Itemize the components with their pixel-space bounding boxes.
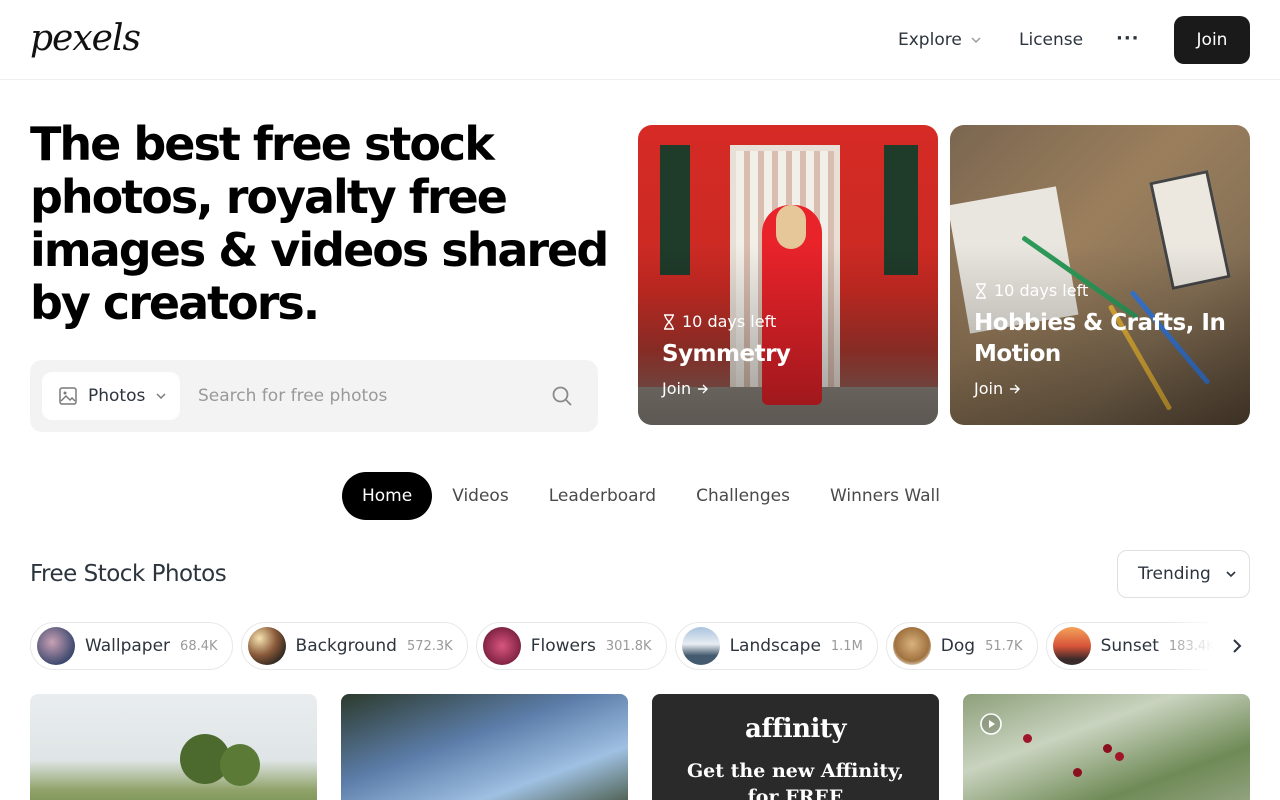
chip-count: 572.3K bbox=[406, 638, 453, 654]
chip-thumbnail bbox=[892, 627, 931, 665]
photo-detail bbox=[1023, 734, 1032, 743]
ad-line: Get the new Affinity, bbox=[686, 760, 905, 782]
challenge-card-symmetry[interactable]: 10 days left Symmetry Join bbox=[638, 125, 938, 425]
chip-count: 183.4K bbox=[1168, 638, 1215, 654]
ad-headline: Get the new Affinity, for FREE bbox=[687, 758, 904, 800]
photo-detail bbox=[1073, 768, 1082, 777]
sort-dropdown[interactable]: Trending bbox=[1117, 550, 1250, 598]
search-type-label: Photos bbox=[88, 386, 146, 406]
chip-label: Flowers bbox=[530, 636, 596, 656]
chip-count: 51.7K bbox=[985, 638, 1023, 654]
photo-card[interactable] bbox=[30, 694, 317, 800]
sort-label: Trending bbox=[1138, 564, 1211, 584]
chip-count: 301.8K bbox=[605, 638, 652, 654]
card-time-left: 10 days left bbox=[974, 281, 1088, 300]
search-icon[interactable] bbox=[550, 384, 574, 408]
chip-label: Background bbox=[295, 636, 397, 656]
section-title: Free Stock Photos bbox=[30, 561, 227, 587]
challenge-title: Hobbies & Crafts, In Motion bbox=[974, 310, 1226, 367]
tab-home[interactable]: Home bbox=[342, 472, 433, 520]
ad-card[interactable]: affinity Get the new Affinity, for FREE bbox=[652, 694, 939, 800]
photo-detail bbox=[220, 744, 260, 786]
hourglass-icon bbox=[664, 313, 674, 330]
ad-line: for FREE bbox=[747, 786, 844, 800]
affinity-logo: affinity bbox=[745, 714, 847, 744]
photo-card[interactable] bbox=[341, 694, 628, 800]
chip-thumbnail bbox=[37, 627, 75, 665]
challenge-join-link[interactable]: Join bbox=[974, 379, 1021, 398]
chip-landscape[interactable]: Landscape 1.1M bbox=[674, 622, 878, 670]
category-chips: Wallpaper 68.4K Background 572.3K Flower… bbox=[30, 622, 1250, 670]
explore-menu[interactable]: Explore bbox=[898, 30, 982, 50]
chip-thumbnail bbox=[482, 627, 521, 665]
arrow-right-icon bbox=[1010, 384, 1021, 393]
chip-thumbnail bbox=[247, 627, 286, 665]
chevron-down-icon bbox=[1226, 571, 1236, 578]
chevron-down-icon bbox=[156, 393, 166, 400]
hourglass-icon bbox=[976, 282, 986, 299]
image-icon bbox=[59, 387, 77, 405]
chip-dog[interactable]: Dog 51.7K bbox=[885, 622, 1038, 670]
chip-thumbnail bbox=[681, 627, 720, 665]
pexels-logo[interactable]: pexels bbox=[30, 18, 141, 59]
chip-label: Landscape bbox=[729, 636, 821, 656]
challenge-card-hobbies-crafts[interactable]: 10 days left Hobbies & Crafts, In Motion… bbox=[950, 125, 1250, 425]
explore-label: Explore bbox=[898, 30, 962, 50]
photo-detail bbox=[1115, 752, 1124, 761]
chip-background[interactable]: Background 572.3K bbox=[240, 622, 468, 670]
tab-winners-wall[interactable]: Winners Wall bbox=[810, 472, 960, 520]
top-navigation: pexels Explore License ··· Join bbox=[0, 0, 1280, 80]
tab-leaderboard[interactable]: Leaderboard bbox=[529, 472, 676, 520]
search-type-dropdown[interactable]: Photos bbox=[42, 372, 180, 420]
play-icon bbox=[980, 713, 1002, 735]
challenge-title: Symmetry bbox=[662, 341, 791, 367]
chip-label: Sunset bbox=[1100, 636, 1159, 656]
chip-thumbnail bbox=[1052, 627, 1091, 665]
search-bar: Photos bbox=[30, 360, 598, 432]
video-card[interactable] bbox=[963, 694, 1250, 800]
tab-challenges[interactable]: Challenges bbox=[676, 472, 810, 520]
chip-count: 1.1M bbox=[830, 638, 863, 654]
license-link[interactable]: License bbox=[1019, 30, 1083, 50]
chevron-right-icon[interactable] bbox=[1226, 635, 1248, 657]
arrow-right-icon bbox=[698, 384, 709, 393]
card-time-left: 10 days left bbox=[662, 312, 776, 331]
join-label: Join bbox=[974, 379, 1004, 398]
chip-wallpaper[interactable]: Wallpaper 68.4K bbox=[30, 622, 233, 670]
hero-title: The best free stock photos, royalty free… bbox=[30, 117, 609, 330]
chip-flowers[interactable]: Flowers 301.8K bbox=[475, 622, 667, 670]
time-left-label: 10 days left bbox=[994, 281, 1089, 300]
photo-detail bbox=[1103, 744, 1112, 753]
join-button[interactable]: Join bbox=[1174, 16, 1250, 64]
chip-sunset[interactable]: Sunset 183.4K bbox=[1045, 622, 1230, 670]
challenge-join-link[interactable]: Join bbox=[662, 379, 709, 398]
time-left-label: 10 days left bbox=[682, 312, 777, 331]
content-tabs: Home Videos Leaderboard Challenges Winne… bbox=[342, 472, 960, 520]
chip-label: Wallpaper bbox=[85, 636, 171, 656]
chip-count: 68.4K bbox=[180, 638, 218, 654]
chevron-down-icon bbox=[971, 37, 981, 44]
search-input[interactable] bbox=[198, 376, 538, 416]
chip-label: Dog bbox=[940, 636, 976, 656]
tab-videos[interactable]: Videos bbox=[432, 472, 529, 520]
join-label: Join bbox=[662, 379, 692, 398]
more-menu-icon[interactable]: ··· bbox=[1116, 28, 1140, 49]
